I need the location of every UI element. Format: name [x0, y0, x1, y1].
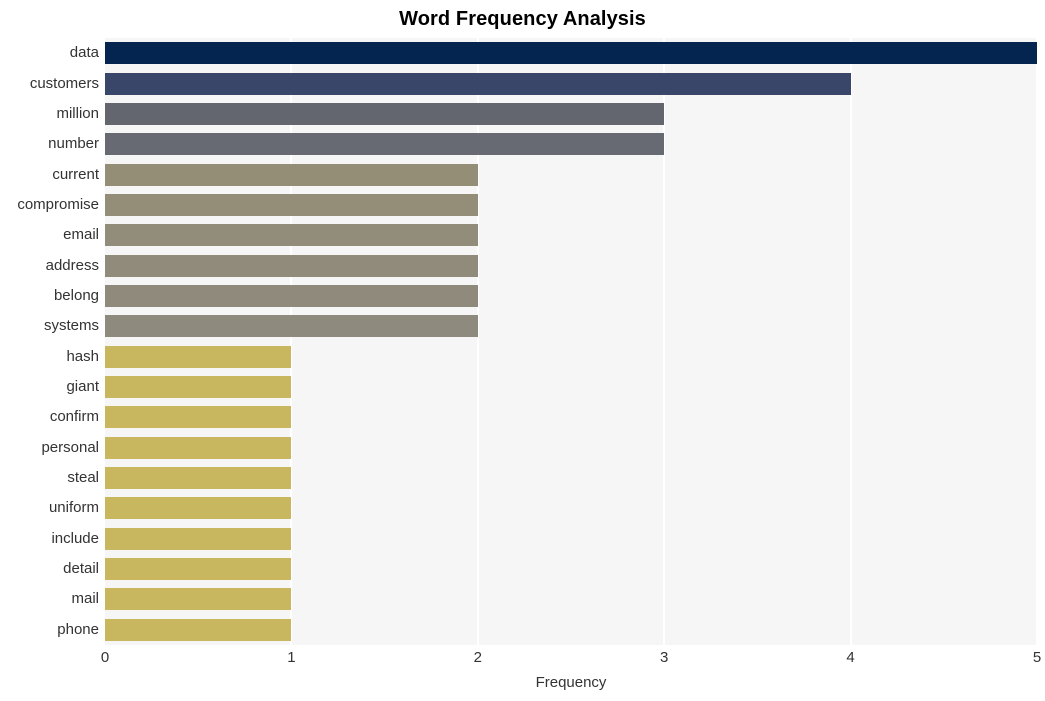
y-axis-tick-labels: data customers million number current comprom…: [0, 38, 99, 645]
y-tick-label-uniform: uniform: [48, 499, 99, 517]
bar-data[interactable]: [105, 42, 1037, 65]
bar-million[interactable]: [105, 102, 665, 125]
bar-hash[interactable]: [105, 345, 292, 368]
bar-systems[interactable]: [105, 315, 478, 338]
bar-compromise[interactable]: [105, 193, 478, 216]
bar-detail[interactable]: [105, 558, 292, 581]
plot-area: [105, 38, 1038, 645]
bar-row[interactable]: [105, 345, 1037, 368]
bar-email[interactable]: [105, 224, 478, 247]
bar-row[interactable]: [105, 497, 1037, 520]
y-tick-label-giant: giant: [66, 378, 99, 396]
y-tick-label-compromise: compromise: [17, 195, 99, 213]
bar-row[interactable]: [105, 254, 1037, 277]
bar-confirm[interactable]: [105, 406, 292, 429]
bar-row[interactable]: [105, 558, 1037, 581]
x-tick-label-2: 2: [473, 649, 482, 666]
y-tick-label-address: address: [45, 256, 99, 274]
x-tick-label-5: 5: [1032, 649, 1042, 666]
bar-row[interactable]: [105, 588, 1037, 611]
bar-row[interactable]: [105, 72, 1037, 95]
y-tick-label-detail: detail: [63, 560, 99, 578]
y-tick-label-phone: phone: [57, 620, 99, 638]
bar-personal[interactable]: [105, 436, 292, 459]
bar-customers[interactable]: [105, 72, 851, 95]
y-tick-label-systems: systems: [43, 317, 99, 335]
y-tick-label-hash: hash: [66, 347, 99, 365]
bar-belong[interactable]: [105, 284, 478, 307]
x-axis-title: Frequency: [535, 674, 607, 691]
bar-mail[interactable]: [105, 588, 292, 611]
bar-row[interactable]: [105, 42, 1037, 65]
chart-title: Word Frequency Analysis: [399, 8, 646, 30]
y-tick-label-belong: belong: [53, 286, 99, 304]
bar-address[interactable]: [105, 254, 478, 277]
bar-row[interactable]: [105, 315, 1037, 338]
x-tick-label-1: 1: [287, 649, 296, 666]
bar-include[interactable]: [105, 527, 292, 550]
bar-row[interactable]: [105, 102, 1037, 125]
chart-figure: Word Frequency Analysis data customers mil…: [0, 0, 1045, 701]
y-tick-label-steal: steal: [67, 469, 99, 487]
bar-row[interactable]: [105, 163, 1037, 186]
bar-current[interactable]: [105, 163, 478, 186]
bar-row[interactable]: [105, 133, 1037, 156]
bars-layer: [105, 38, 1037, 645]
y-tick-label-personal: personal: [41, 438, 99, 456]
y-tick-label-include: include: [51, 529, 99, 547]
bar-row[interactable]: [105, 193, 1037, 216]
x-tick-label-0: 0: [100, 649, 110, 666]
y-tick-label-current: current: [52, 165, 99, 183]
bar-row[interactable]: [105, 376, 1037, 399]
bar-row[interactable]: [105, 618, 1037, 641]
bar-row[interactable]: [105, 284, 1037, 307]
bar-row[interactable]: [105, 527, 1037, 550]
bar-steal[interactable]: [105, 467, 292, 490]
bar-row[interactable]: [105, 224, 1037, 247]
y-tick-label-data: data: [69, 44, 99, 62]
bar-number[interactable]: [105, 133, 665, 156]
x-tick-label-3: 3: [660, 649, 669, 666]
y-tick-label-number: number: [48, 135, 99, 153]
bar-uniform[interactable]: [105, 497, 292, 520]
bar-row[interactable]: [105, 406, 1037, 429]
y-tick-label-mail: mail: [71, 590, 99, 608]
bar-row[interactable]: [105, 436, 1037, 459]
y-tick-label-customers: customers: [29, 74, 99, 92]
y-tick-label-confirm: confirm: [49, 408, 99, 426]
y-tick-label-email: email: [63, 226, 99, 244]
y-tick-label-million: million: [56, 104, 99, 122]
x-axis-tick-labels: 0 1 2 3 4 5: [0, 649, 1045, 673]
bar-giant[interactable]: [105, 376, 292, 399]
x-tick-label-4: 4: [846, 649, 855, 666]
bar-row[interactable]: [105, 467, 1037, 490]
bar-phone[interactable]: [105, 618, 292, 641]
